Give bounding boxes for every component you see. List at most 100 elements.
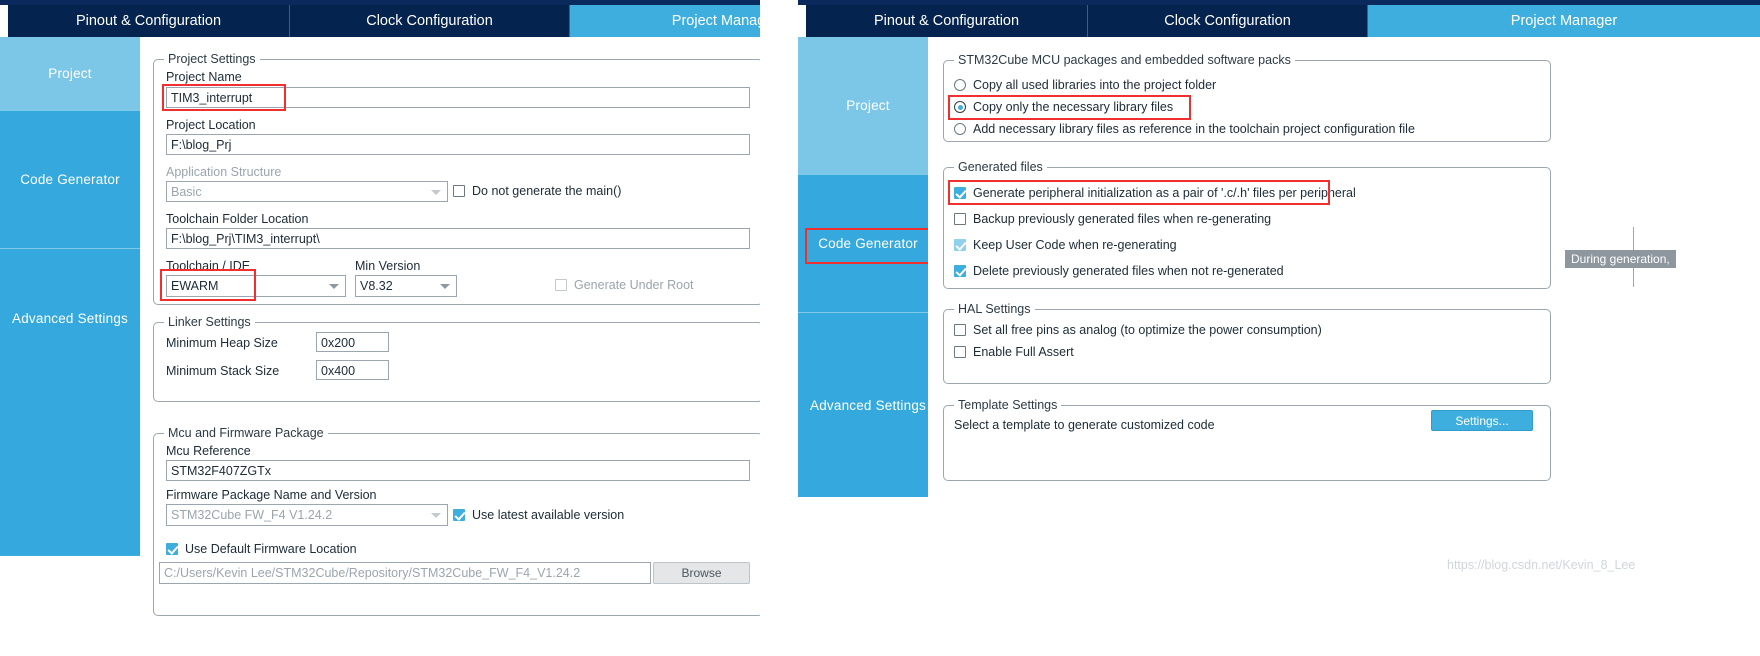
left-content-pane: Project Settings Project Name TIM3_inter… (140, 37, 760, 656)
checkbox-set-free-pins-analog[interactable]: Set all free pins as analog (to optimize… (954, 323, 1322, 337)
firmware-package-value: STM32Cube FW_F4 V1.24.2 (171, 508, 333, 522)
minimum-heap-size-input[interactable]: 0x200 (316, 332, 389, 352)
checkbox-label: Backup previously generated files when r… (973, 212, 1272, 226)
sidebar-item-label: Advanced Settings (810, 397, 926, 413)
sidebar-item-label: Code Generator (818, 236, 918, 251)
checkbox-box-icon (954, 265, 966, 277)
checkbox-box-icon (954, 239, 966, 251)
right-window-screenshot: Pinout & Configuration Clock Configurati… (798, 0, 1760, 656)
checkbox-label: Set all free pins as analog (to optimize… (973, 323, 1322, 337)
checkbox-box-icon (954, 324, 966, 336)
firmware-location-input[interactable]: C:/Users/Kevin Lee/STM32Cube/Repository/… (159, 562, 651, 584)
browse-button-label: Browse (681, 566, 722, 580)
right-tab-bar: Pinout & Configuration Clock Configurati… (798, 0, 1760, 37)
tab-clock-configuration[interactable]: Clock Configuration (290, 5, 570, 37)
sidebar-item-code-generator[interactable]: Code Generator (0, 111, 140, 249)
browse-button[interactable]: Browse (653, 562, 750, 584)
checkbox-backup-previously-generated[interactable]: Backup previously generated files when r… (954, 212, 1271, 226)
toolchain-folder-label: Toolchain Folder Location (166, 212, 309, 226)
tab-label: Clock Configuration (366, 13, 493, 29)
hal-settings-legend: HAL Settings (954, 302, 1035, 316)
sidebar-item-code-generator[interactable]: Code Generator (798, 175, 938, 313)
template-settings-description: Select a template to generate customized… (954, 418, 1215, 432)
checkbox-enable-full-assert[interactable]: Enable Full Assert (954, 345, 1074, 359)
min-version-select[interactable]: V8.32 (355, 275, 457, 297)
firmware-package-label: Firmware Package Name and Version (166, 488, 377, 502)
sidebar-item-advanced-settings[interactable]: Advanced Settings (0, 249, 140, 387)
checkbox-box-icon (453, 185, 465, 197)
linker-settings-group: Linker Settings (153, 315, 760, 402)
radio-copy-only-necessary[interactable]: Copy only the necessary library files (954, 100, 1173, 114)
checkbox-box-icon (555, 279, 567, 291)
tab-label: Pinout & Configuration (873, 13, 1020, 29)
radio-add-as-reference[interactable]: Add necessary library files as reference… (954, 122, 1415, 136)
tab-label: Pinout & Configuration (75, 13, 222, 29)
chevron-down-icon (440, 284, 450, 289)
right-content-pane: STM32Cube MCU packages and embedded soft… (928, 37, 1760, 656)
template-settings-button[interactable]: Settings... (1431, 410, 1533, 431)
radio-label: Add necessary library files as reference… (973, 122, 1415, 136)
mcu-reference-input[interactable]: STM32F407ZGTx (166, 460, 750, 481)
generate-under-root-checkbox[interactable]: Generate Under Root (555, 278, 694, 292)
mcu-reference-label: Mcu Reference (166, 444, 251, 458)
radio-label: Copy all used libraries into the project… (973, 78, 1217, 92)
project-name-label: Project Name (166, 70, 242, 84)
checkbox-box-icon (954, 213, 966, 225)
use-default-firmware-location-checkbox[interactable]: Use Default Firmware Location (166, 542, 357, 556)
checkbox-keep-user-code[interactable]: Keep User Code when re-generating (954, 238, 1177, 252)
sidebar-item-advanced-settings[interactable]: Advanced Settings (798, 313, 938, 497)
radio-label: Copy only the necessary library files (973, 100, 1174, 114)
left-tab-bar: Pinout & Configuration Clock Configurati… (0, 0, 760, 37)
do-not-generate-main-checkbox[interactable]: Do not generate the main() (453, 184, 621, 198)
use-latest-version-checkbox[interactable]: Use latest available version (453, 508, 624, 522)
sidebar-item-project[interactable]: Project (0, 37, 140, 111)
minimum-stack-size-input[interactable]: 0x400 (316, 360, 389, 380)
sidebar-item-label: Project (48, 66, 92, 81)
min-version-value: V8.32 (360, 279, 393, 293)
template-settings-button-label: Settings... (1455, 413, 1509, 428)
tab-pinout-configuration[interactable]: Pinout & Configuration (806, 5, 1088, 37)
min-version-label: Min Version (355, 259, 421, 273)
tab-clock-configuration[interactable]: Clock Configuration (1088, 5, 1368, 37)
checkbox-box-icon (954, 187, 966, 199)
tab-label: Project Manager (1510, 13, 1618, 29)
radio-circle-icon (954, 79, 966, 91)
sidebar-item-project[interactable]: Project (798, 37, 938, 175)
toolchain-ide-select[interactable]: EWARM (166, 275, 346, 297)
project-settings-legend: Project Settings (164, 52, 260, 66)
left-window-screenshot: Pinout & Configuration Clock Configurati… (0, 0, 760, 656)
template-settings-legend: Template Settings (954, 398, 1062, 412)
checkbox-label: Keep User Code when re-generating (973, 238, 1177, 252)
project-name-input[interactable]: TIM3_interrupt (166, 87, 750, 108)
chevron-down-icon (431, 513, 441, 518)
checkbox-label: Delete previously generated files when n… (973, 264, 1284, 278)
tab-project-manager[interactable]: Project Manager (570, 5, 760, 37)
checkbox-label: Generate peripheral initialization as a … (973, 186, 1356, 200)
firmware-package-select[interactable]: STM32Cube FW_F4 V1.24.2 (166, 504, 448, 526)
project-location-input[interactable]: F:\blog_Prj (166, 134, 750, 155)
checkbox-label: Do not generate the main() (472, 184, 622, 198)
checkbox-delete-previously-generated[interactable]: Delete previously generated files when n… (954, 264, 1284, 278)
minimum-stack-size-label: Minimum Stack Size (166, 364, 280, 378)
sidebar-item-label: Project (846, 98, 890, 113)
tab-label: Project Manager (671, 13, 760, 29)
checkbox-label: Generate Under Root (574, 278, 694, 292)
checkbox-label: Use Default Firmware Location (185, 542, 357, 556)
generated-files-legend: Generated files (954, 160, 1047, 174)
tab-pinout-configuration[interactable]: Pinout & Configuration (8, 5, 290, 37)
toolchain-folder-input[interactable]: F:\blog_Prj\TIM3_interrupt\ (166, 228, 750, 249)
checkbox-label: Use latest available version (472, 508, 625, 522)
radio-copy-all-used-libraries[interactable]: Copy all used libraries into the project… (954, 78, 1216, 92)
checkbox-box-icon (166, 543, 178, 555)
mcu-packages-legend: STM32Cube MCU packages and embedded soft… (954, 53, 1295, 67)
checkbox-generate-peripheral-init[interactable]: Generate peripheral initialization as a … (954, 186, 1356, 200)
toolchain-ide-label: Toolchain / IDE (166, 259, 251, 273)
checkbox-label: Enable Full Assert (973, 345, 1074, 359)
application-structure-label: Application Structure (166, 165, 282, 179)
application-structure-select[interactable]: Basic (166, 181, 448, 202)
radio-circle-icon (954, 123, 966, 135)
tab-project-manager[interactable]: Project Manager (1368, 5, 1760, 37)
checkbox-box-icon (954, 346, 966, 358)
watermark-text: https://blog.csdn.net/Kevin_8_Lee (1447, 558, 1636, 572)
radio-circle-icon (954, 101, 966, 113)
